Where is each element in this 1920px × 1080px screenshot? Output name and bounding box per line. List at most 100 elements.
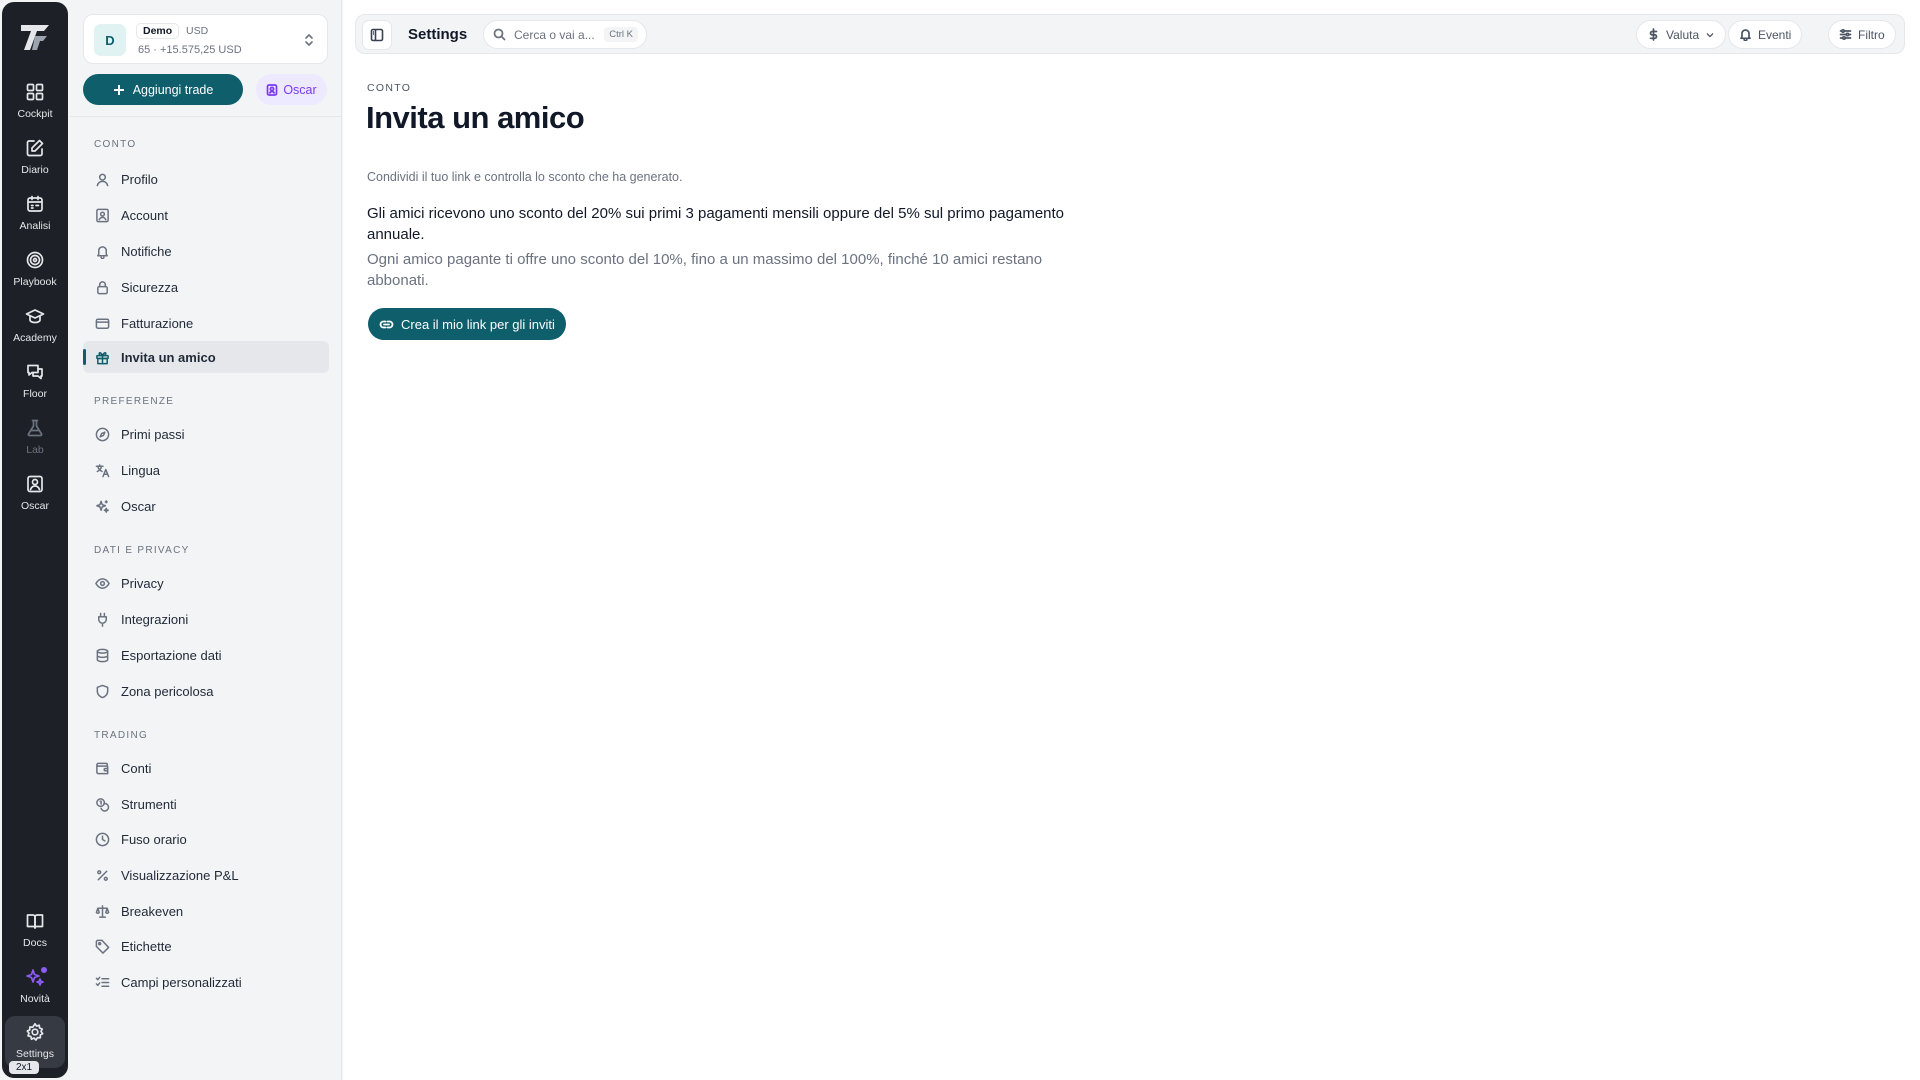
page-heading: Invita un amico — [366, 100, 585, 135]
oscar-button[interactable]: Oscar — [256, 74, 327, 105]
dollar-icon — [1649, 28, 1658, 41]
coins-icon — [96, 797, 110, 812]
sidebar-item-campi-personalizzati[interactable]: Campi personalizzati — [83, 966, 329, 998]
sidebar-item-label: Lingua — [121, 462, 161, 478]
search-input[interactable]: Cerca o vai a... Ctrl K — [483, 20, 647, 49]
rail-item-academy[interactable]: Academy — [5, 300, 65, 352]
main-content: Settings Cerca o vai a... Ctrl K Valuta … — [343, 0, 1920, 1080]
search-placeholder: Cerca o vai a... — [514, 27, 595, 42]
referral-friend-benefit: Gli amici ricevono uno sconto del 20% su… — [367, 205, 1065, 243]
section-trading: TRADING — [94, 730, 149, 741]
sidebar-item-profilo[interactable]: Profilo — [83, 163, 329, 195]
sidebar-item-label: Account — [121, 207, 168, 223]
link-icon — [379, 320, 394, 328]
rail-item-cockpit[interactable]: Cockpit — [5, 76, 65, 128]
graduation-cap-icon — [25, 309, 45, 324]
sidebar-item-label: Fuso orario — [121, 831, 187, 847]
create-invite-link-button[interactable]: Crea il mio link per gli inviti — [368, 308, 566, 340]
sidebar-item-label: Invita un amico — [121, 349, 216, 365]
rail-label: Oscar — [20, 500, 49, 512]
translate-icon — [95, 463, 110, 477]
app-logo-icon[interactable] — [18, 20, 52, 54]
rail-label: Diario — [21, 164, 49, 176]
sidebar-item-invita-un-amico[interactable]: Invita un amico — [83, 341, 329, 373]
rail-item-diario[interactable]: Diario — [5, 132, 65, 184]
sidebar-item-label: Breakeven — [121, 903, 184, 919]
rail-label: Novità — [20, 993, 50, 1005]
edit-icon — [26, 139, 44, 157]
add-trade-label: Aggiungi trade — [132, 82, 214, 97]
shield-icon — [96, 684, 109, 698]
eventi-button[interactable]: Eventi — [1728, 20, 1803, 49]
grid-icon — [26, 83, 44, 101]
sidebar-item-integrazioni[interactable]: Integrazioni — [83, 603, 329, 635]
rail-label: Floor — [23, 388, 47, 400]
target-icon — [26, 251, 44, 269]
sidebar-item-label: Visualizzazione P&L — [121, 867, 239, 883]
plus-icon — [113, 84, 124, 95]
rail-item-floor[interactable]: Floor — [5, 356, 65, 408]
rail-item-novita[interactable]: Novità — [5, 961, 65, 1013]
sidebar-item-oscar[interactable]: Oscar — [83, 490, 329, 522]
gift-icon — [96, 351, 109, 364]
sidebar-item-etichette[interactable]: Etichette — [83, 930, 329, 962]
eventi-label: Eventi — [1758, 27, 1792, 42]
referral-user-benefit: Ogni amico pagante ti offre uno sconto d… — [367, 251, 1043, 289]
sidebar-item-zona-pericolosa[interactable]: Zona pericolosa — [83, 675, 329, 707]
rail-item-analisi[interactable]: Analisi — [5, 188, 65, 240]
sidebar-item-primi-passi[interactable]: Primi passi — [83, 418, 329, 450]
sparkles-icon — [96, 499, 109, 513]
account-currency: USD — [186, 25, 209, 37]
chat-icon — [27, 364, 43, 380]
rail-item-lab[interactable]: Lab — [5, 412, 65, 464]
rail-label: Docs — [23, 937, 47, 949]
bell-icon — [97, 245, 108, 259]
eye-icon — [95, 577, 110, 589]
rail-label: Academy — [13, 332, 57, 344]
bell-icon — [1740, 29, 1751, 41]
valuta-dropdown[interactable]: Valuta — [1636, 20, 1727, 49]
settings-sidebar: D Demo USD 65 · +15.575,25 USD Aggiungi … — [70, 0, 342, 1080]
divider — [70, 116, 341, 117]
account-summary: 65 · +15.575,25 USD — [138, 44, 242, 56]
lock-icon — [97, 280, 108, 294]
create-invite-link-label: Crea il mio link per gli inviti — [401, 316, 555, 332]
account-switcher[interactable]: D Demo USD 65 · +15.575,25 USD — [83, 14, 328, 64]
sidebar-item-strumenti[interactable]: Strumenti — [83, 788, 329, 820]
sidebar-item-lingua[interactable]: Lingua — [83, 454, 329, 486]
sidebar-item-breakeven[interactable]: Breakeven — [83, 895, 329, 927]
rail-item-playbook[interactable]: Playbook — [5, 244, 65, 296]
valuta-label: Valuta — [1666, 27, 1700, 42]
sidebar-item-label: Profilo — [121, 171, 158, 187]
oscar-label: Oscar — [283, 82, 317, 97]
percent-icon — [97, 869, 108, 881]
sidebar-item-fuso-orario[interactable]: Fuso orario — [83, 823, 329, 855]
sidebar-item-conti[interactable]: Conti — [83, 752, 329, 784]
compass-icon — [95, 427, 110, 441]
sidebar-item-fatturazione[interactable]: Fatturazione — [83, 307, 329, 339]
sidebar-item-esportazione-dati[interactable]: Esportazione dati — [83, 639, 329, 671]
add-trade-button[interactable]: Aggiungi trade — [83, 74, 243, 105]
sidebar-item-sicurezza[interactable]: Sicurezza — [83, 271, 329, 303]
account-type-badge: Demo — [136, 23, 180, 39]
notification-dot — [41, 967, 47, 973]
sidebar-toggle-button[interactable] — [362, 20, 392, 50]
sidebar-item-account[interactable]: Account — [83, 199, 329, 231]
sidebar-item-label: Sicurezza — [121, 279, 179, 295]
filtro-label: Filtro — [1858, 27, 1885, 42]
sidebar-item-visualizzazione-pl[interactable]: Visualizzazione P&L — [83, 859, 329, 891]
rail-item-oscar[interactable]: Oscar — [5, 468, 65, 520]
filtro-button[interactable]: Filtro — [1828, 20, 1896, 49]
sidebar-item-notifiche[interactable]: Notifiche — [83, 235, 329, 267]
rail-item-docs[interactable]: Docs — [5, 905, 65, 957]
rail-label: Playbook — [13, 276, 57, 288]
page-title: Settings — [408, 26, 468, 43]
sidebar-item-privacy[interactable]: Privacy — [83, 567, 329, 599]
rail-label: Cockpit — [17, 108, 53, 120]
flask-icon — [27, 419, 43, 437]
top-bar: Settings Cerca o vai a... Ctrl K Valuta … — [355, 14, 1905, 54]
sidebar-item-label: Integrazioni — [121, 611, 189, 627]
chevron-down-icon — [1706, 32, 1714, 37]
sidebar-item-label: Etichette — [121, 938, 172, 954]
zoom-badge: 2x1 — [9, 1061, 40, 1074]
